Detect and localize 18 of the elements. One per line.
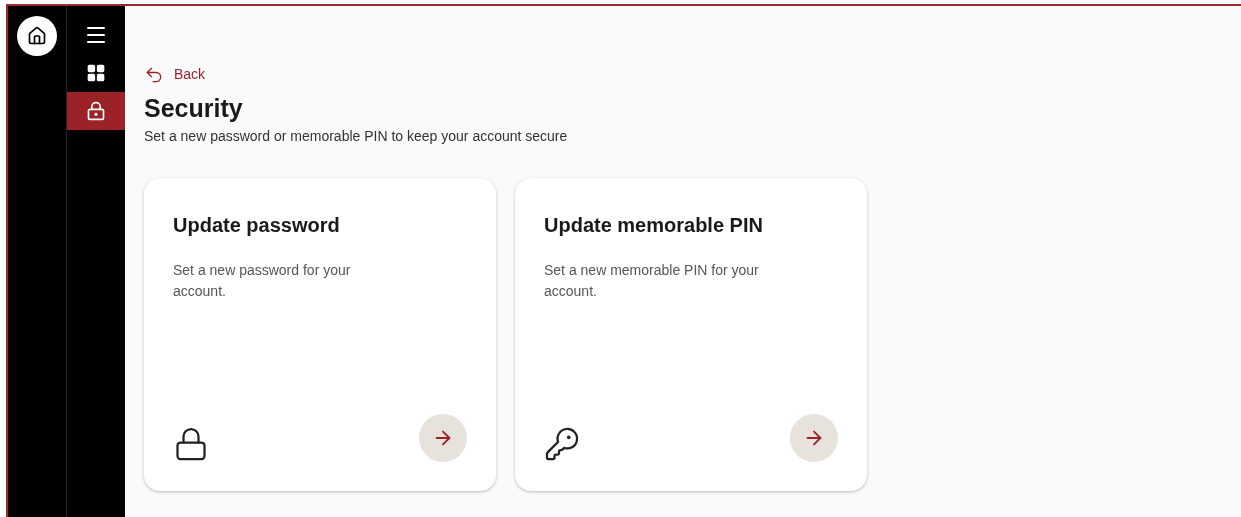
- page-title: Security: [144, 93, 243, 124]
- home-icon: [27, 26, 47, 46]
- option-card[interactable]: Update memorable PIN Set a new memorable PIN for your account.: [515, 178, 867, 492]
- page-subtitle: Set a new password or memorable PIN to keep your account secure: [144, 127, 568, 147]
- card-title: Update memorable PIN: [544, 213, 763, 239]
- padlock-icon: [86, 101, 106, 121]
- card-description: Set a new password for your account.: [173, 261, 352, 302]
- back-link[interactable]: Back: [144, 64, 206, 85]
- padlock-icon: [173, 426, 209, 463]
- nav-item[interactable]: [67, 92, 125, 130]
- grid-icon: [86, 63, 106, 83]
- home-button[interactable]: [17, 16, 57, 56]
- option-card[interactable]: Update password Set a new password for your account.: [144, 178, 496, 492]
- key-icon: [544, 426, 580, 463]
- arrow-button[interactable]: [419, 414, 467, 463]
- card-title: Update password: [173, 213, 340, 239]
- arrow-button[interactable]: [790, 414, 838, 463]
- card-description: Set a new memorable PIN for your account.: [544, 261, 760, 302]
